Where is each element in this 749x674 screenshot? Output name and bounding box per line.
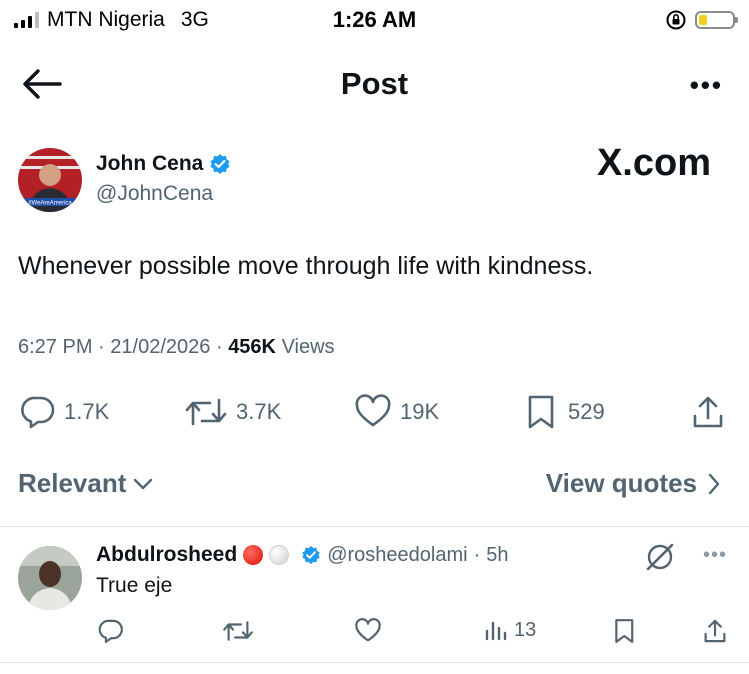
- bookmark-icon: [615, 619, 634, 643]
- reply-avatar[interactable]: [18, 546, 82, 610]
- reply-icon: [21, 396, 55, 429]
- post-text: Whenever possible move through life with…: [18, 252, 594, 280]
- divider: [0, 526, 749, 527]
- battery-icon: [695, 11, 738, 29]
- author-handle[interactable]: @JohnCena: [96, 182, 213, 206]
- reply-author-name[interactable]: Abdulrosheed: [96, 543, 237, 567]
- repost-count: 3.7K: [236, 399, 282, 424]
- post-meta: 6:27 PM · 21/02/2026 · 456K Views: [18, 336, 335, 358]
- heart-icon: [355, 394, 391, 427]
- reply-author-handle[interactable]: @rosheedolami: [327, 544, 467, 567]
- repost-button[interactable]: 3.7K: [184, 394, 281, 430]
- avatar-caption: #WeAreAmerica: [28, 201, 72, 207]
- reply-reply-button[interactable]: [98, 618, 124, 644]
- reply-views-count: 13: [514, 618, 537, 641]
- red-circle-emoji: [243, 545, 264, 565]
- author-name[interactable]: John Cena: [96, 152, 203, 176]
- status-time: 1:26 AM: [332, 7, 417, 32]
- view-quotes-label: View quotes: [545, 468, 697, 498]
- sort-replies-dropdown[interactable]: Relevant: [18, 468, 154, 499]
- reply-count: 1.7K: [64, 399, 110, 424]
- status-bar-right: [665, 9, 738, 31]
- repost-icon: [223, 621, 253, 641]
- reply-icon: [98, 619, 123, 643]
- views-count: 456K: [228, 336, 276, 358]
- verified-badge-icon: [302, 545, 320, 565]
- reply-like-button[interactable]: [354, 618, 382, 644]
- share-button[interactable]: [690, 394, 726, 430]
- chevron-down-icon: [134, 478, 153, 489]
- author-avatar[interactable]: #WeAreAmerica: [18, 148, 82, 212]
- share-icon: [704, 619, 726, 643]
- reply-more-button[interactable]: •••: [703, 544, 727, 567]
- author-name-row[interactable]: John Cena: [96, 152, 231, 176]
- reply-views-button[interactable]: 13: [484, 618, 536, 642]
- bookmark-count: 529: [568, 399, 605, 424]
- divider: [0, 662, 749, 663]
- heart-icon: [355, 618, 381, 642]
- like-count: 19K: [400, 399, 440, 424]
- views-label: Views: [281, 336, 335, 358]
- reply-text: True eje: [96, 574, 173, 597]
- post-time: 6:27 PM: [18, 336, 93, 358]
- reply-share-button[interactable]: [702, 618, 728, 644]
- sort-label: Relevant: [18, 468, 127, 498]
- reply-bookmark-button[interactable]: [612, 618, 638, 644]
- chevron-right-icon: [708, 473, 720, 494]
- share-icon: [693, 396, 723, 428]
- reply-repost-button[interactable]: [222, 618, 254, 644]
- more-options-button[interactable]: •••: [690, 70, 723, 101]
- bookmark-icon: [528, 395, 554, 429]
- white-circle-emoji: [269, 545, 290, 565]
- grok-icon[interactable]: [643, 540, 677, 574]
- orientation-lock-icon: [666, 10, 686, 30]
- views-chart-icon: [485, 621, 507, 641]
- reply-button[interactable]: 1.7K: [20, 394, 109, 430]
- reply-age: 5h: [486, 543, 509, 566]
- post-date: 21/02/2026: [110, 336, 211, 358]
- reply-header: Abdulrosheed @rosheedolami · 5h: [96, 543, 509, 567]
- page-title: Post: [340, 66, 409, 101]
- site-watermark: X.com: [596, 142, 711, 184]
- like-button[interactable]: 19K: [354, 394, 439, 430]
- view-quotes-link[interactable]: View quotes: [546, 468, 721, 499]
- repost-icon: [185, 398, 227, 426]
- verified-badge-icon: [210, 154, 230, 174]
- bookmark-button[interactable]: 529: [524, 394, 605, 430]
